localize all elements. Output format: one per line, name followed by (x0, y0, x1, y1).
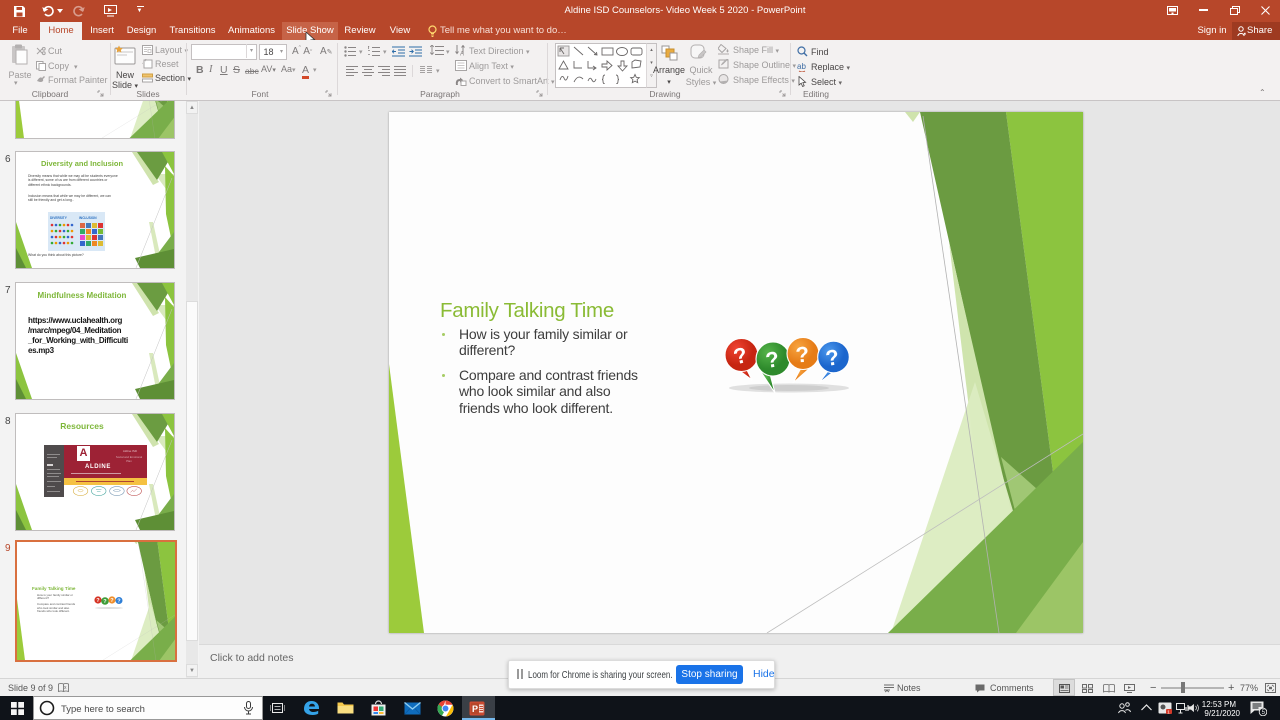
svg-text:ab: ab (797, 62, 806, 71)
svg-text:P: P (472, 704, 478, 714)
svg-text:A: A (460, 52, 464, 57)
svg-text:x: x (64, 685, 67, 691)
svg-text:?: ? (795, 342, 810, 368)
